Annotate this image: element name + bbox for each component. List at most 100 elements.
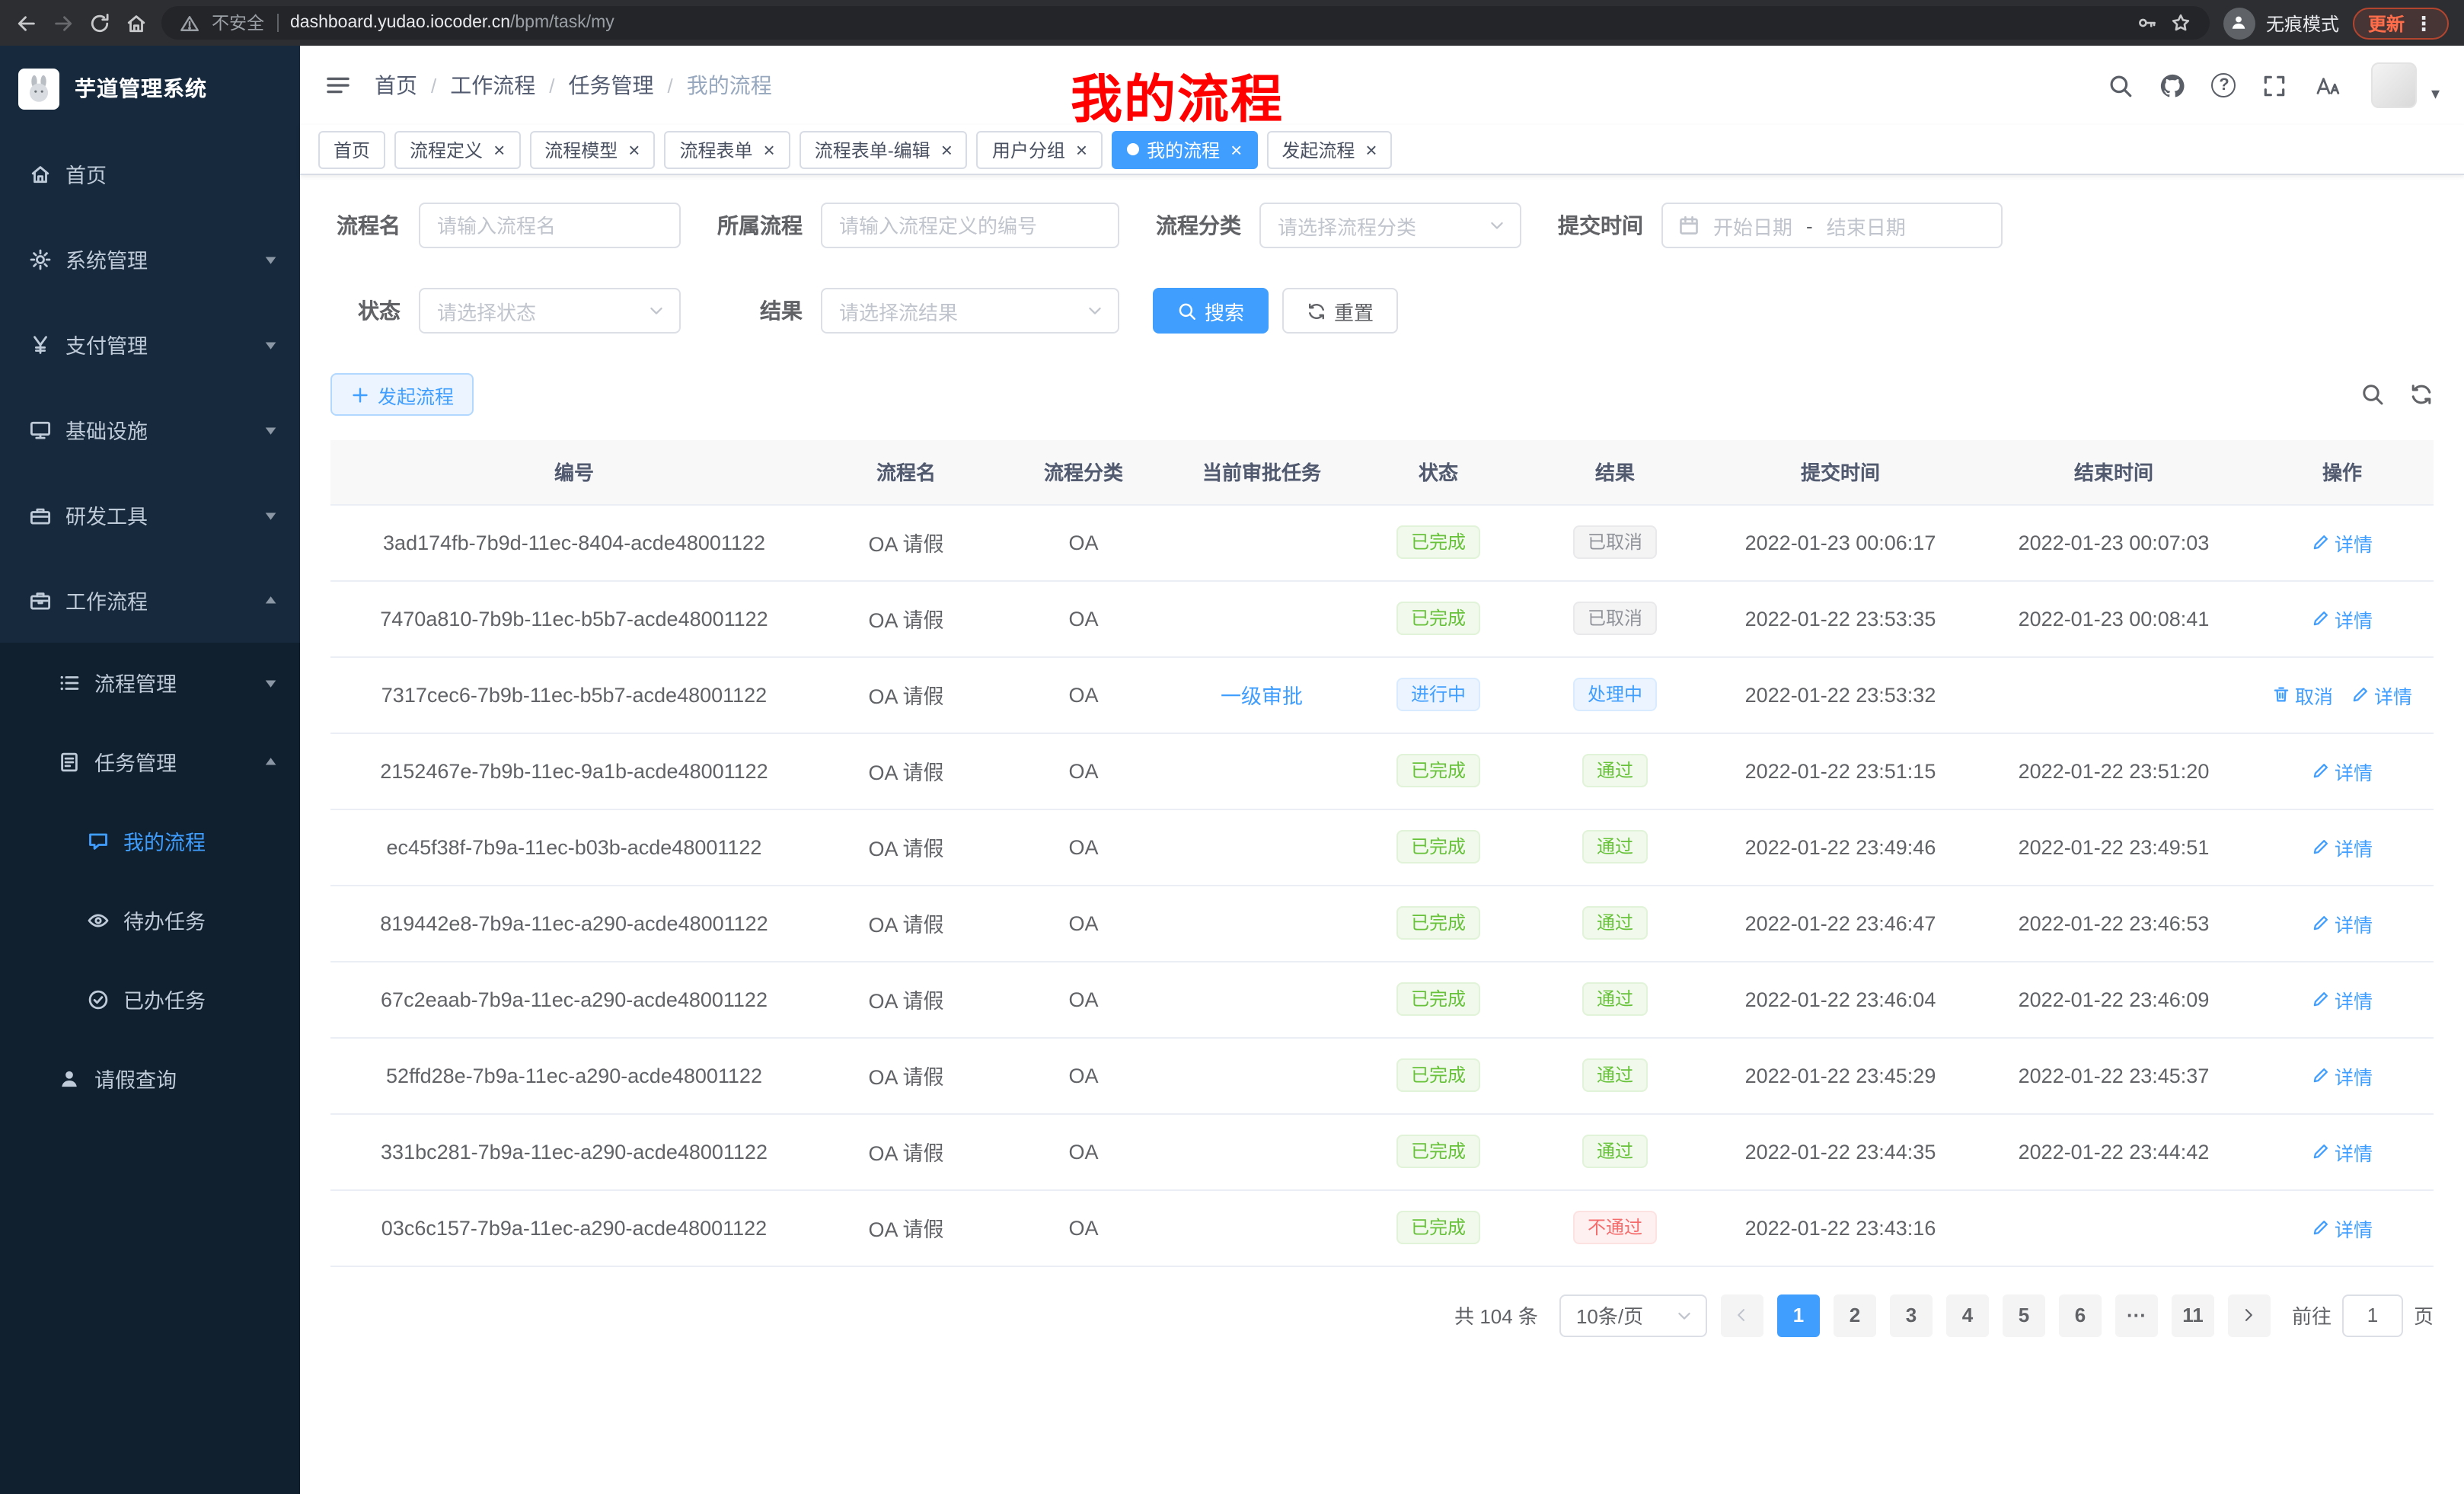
cell-end-time <box>1977 656 2251 733</box>
tab-start-process[interactable]: 发起流程 × <box>1266 130 1392 168</box>
tab-process-form-edit[interactable]: 流程表单-编辑 × <box>800 130 968 168</box>
browser-back-icon[interactable] <box>15 11 38 34</box>
detail-link[interactable]: 详情 <box>2312 1137 2373 1166</box>
cell-submit-time: 2022-01-22 23:44:35 <box>1704 1113 1977 1189</box>
breadcrumb-item[interactable]: 首页 <box>375 70 417 101</box>
detail-link[interactable]: 详情 <box>2312 985 2373 1014</box>
sidebar: 芋道管理系统 首页 系统管理 ▾ 支付管理 ▾ 基础设施 ▾ 研发工具 ▾ 工作… <box>0 46 300 1494</box>
cell-process-name: OA 请假 <box>818 733 994 809</box>
sidebar-item-home[interactable]: 首页 <box>0 131 300 216</box>
tasks-icon <box>58 750 81 773</box>
cell-end-time: 2022-01-22 23:45:37 <box>1977 1037 2251 1113</box>
detail-link[interactable]: 详情 <box>2312 1213 2373 1242</box>
sidebar-item-todo-tasks[interactable]: 待办任务 <box>0 880 300 959</box>
detail-link[interactable]: 详情 <box>2312 908 2373 937</box>
tab-process-definition[interactable]: 流程定义 × <box>394 130 520 168</box>
status-badge: 已完成 <box>1397 525 1479 559</box>
close-icon[interactable]: × <box>628 139 640 159</box>
process-name-input[interactable] <box>419 203 681 248</box>
status-select[interactable]: 请选择状态 <box>419 288 681 334</box>
sidebar-item-task-mgmt[interactable]: 任务管理 ▾ <box>0 722 300 801</box>
search-button[interactable]: 搜索 <box>1153 288 1269 334</box>
tab-process-model[interactable]: 流程模型 × <box>529 130 655 168</box>
page-button-3[interactable]: 3 <box>1890 1294 1933 1336</box>
sidebar-item-my-process[interactable]: 我的流程 <box>0 801 300 880</box>
help-icon[interactable]: ? <box>2212 73 2236 97</box>
detail-link[interactable]: 详情 <box>2312 756 2373 785</box>
sidebar-item-system-mgmt[interactable]: 系统管理 ▾ <box>0 216 300 302</box>
goto-page-input[interactable] <box>2342 1294 2403 1336</box>
page-button-···[interactable]: ··· <box>2115 1294 2158 1336</box>
page-button-5[interactable]: 5 <box>2003 1294 2045 1336</box>
reset-button[interactable]: 重置 <box>1282 288 1398 334</box>
close-icon[interactable]: × <box>1230 139 1242 159</box>
page-size-select[interactable]: 10条/页 <box>1559 1294 1707 1336</box>
close-icon[interactable]: × <box>1076 139 1087 159</box>
chevron-down-icon[interactable]: ▾ <box>2431 84 2440 108</box>
cell-status: 已完成 <box>1351 1113 1526 1189</box>
sidebar-item-dev-tools[interactable]: 研发工具 ▾ <box>0 472 300 557</box>
browser-forward-icon[interactable] <box>52 11 75 34</box>
category-select[interactable]: 请选择流程分类 <box>1259 203 1521 248</box>
page-button-1[interactable]: 1 <box>1777 1294 1820 1336</box>
browser-reload-icon[interactable] <box>88 11 111 34</box>
status-badge: 进行中 <box>1397 678 1479 711</box>
bookmark-star-icon[interactable] <box>2170 12 2191 34</box>
detail-link[interactable]: 详情 <box>2312 604 2373 633</box>
password-key-icon[interactable] <box>2137 12 2158 34</box>
breadcrumb-item[interactable]: 任务管理 <box>569 70 654 101</box>
process-definition-input[interactable] <box>821 203 1119 248</box>
result-select[interactable]: 请选择流结果 <box>821 288 1119 334</box>
page-button-2[interactable]: 2 <box>1834 1294 1876 1336</box>
sidebar-item-workflow[interactable]: 工作流程 ▾ <box>0 557 300 643</box>
update-button[interactable]: 更新 ⋮ <box>2353 7 2449 39</box>
sidebar-item-process-mgmt[interactable]: 流程管理 ▾ <box>0 643 300 722</box>
close-icon[interactable]: × <box>764 139 775 159</box>
status-label: 状态 <box>330 295 401 326</box>
page-button-6[interactable]: 6 <box>2059 1294 2102 1336</box>
breadcrumb-item[interactable]: 工作流程 <box>450 70 535 101</box>
font-size-icon[interactable] <box>2314 74 2346 97</box>
refresh-table-icon[interactable] <box>2409 382 2434 407</box>
sidebar-item-payment-mgmt[interactable]: 支付管理 ▾ <box>0 302 300 387</box>
prev-page-button[interactable] <box>1721 1294 1763 1336</box>
app-logo[interactable]: 芋道管理系统 <box>0 46 300 131</box>
next-page-button[interactable] <box>2228 1294 2271 1336</box>
github-icon[interactable] <box>2160 72 2186 98</box>
detail-link[interactable]: 详情 <box>2312 832 2373 861</box>
column-header: 当前审批任务 <box>1173 440 1351 504</box>
page-button-4[interactable]: 4 <box>1946 1294 1989 1336</box>
sidebar-item-infrastructure[interactable]: 基础设施 ▾ <box>0 387 300 472</box>
process-table: 编号流程名流程分类当前审批任务状态结果提交时间结束时间操作 3ad174fb-7… <box>330 440 2434 1266</box>
task-link[interactable]: 一级审批 <box>1221 685 1303 708</box>
address-bar[interactable]: 不安全 dashboard.yudao.iocoder.cn/bpm/task/… <box>161 6 2210 40</box>
cell-end-time: 2022-01-22 23:46:09 <box>1977 961 2251 1037</box>
browser-menu-icon[interactable]: ⋮ <box>2414 13 2434 33</box>
tab-home[interactable]: 首页 <box>318 130 385 168</box>
table-header-row: 编号流程名流程分类当前审批任务状态结果提交时间结束时间操作 <box>330 440 2434 504</box>
close-icon[interactable]: × <box>1365 139 1377 159</box>
close-icon[interactable]: × <box>941 139 953 159</box>
detail-link[interactable]: 详情 <box>2312 528 2373 557</box>
submit-time-range-picker[interactable]: 开始日期 - 结束日期 <box>1661 203 2003 248</box>
detail-link[interactable]: 详情 <box>2351 680 2412 709</box>
search-icon[interactable] <box>2108 72 2134 98</box>
browser-home-icon[interactable] <box>125 11 148 34</box>
detail-link[interactable]: 详情 <box>2312 1061 2373 1090</box>
table-body: 3ad174fb-7b9d-11ec-8404-acde48001122 OA … <box>330 504 2434 1266</box>
cancel-link[interactable]: 取消 <box>2272 680 2333 709</box>
tab-user-group[interactable]: 用户分组 × <box>977 130 1103 168</box>
sidebar-item-leave-query[interactable]: 请假查询 <box>0 1039 300 1118</box>
hamburger-icon[interactable] <box>324 72 352 99</box>
sidebar-item-done-tasks[interactable]: 已办任务 <box>0 959 300 1039</box>
toggle-search-icon[interactable] <box>2360 382 2385 407</box>
tab-process-form[interactable]: 流程表单 × <box>664 130 790 168</box>
tab-my-process[interactable]: 我的流程 × <box>1112 130 1257 168</box>
avatar[interactable] <box>2372 62 2418 108</box>
fullscreen-icon[interactable] <box>2262 72 2288 98</box>
cell-status: 已完成 <box>1351 733 1526 809</box>
create-process-button[interactable]: 发起流程 <box>330 373 474 416</box>
page-button-11[interactable]: 11 <box>2172 1294 2214 1336</box>
table-row: 819442e8-7b9a-11ec-a290-acde48001122 OA … <box>330 885 2434 961</box>
close-icon[interactable]: × <box>493 139 505 159</box>
